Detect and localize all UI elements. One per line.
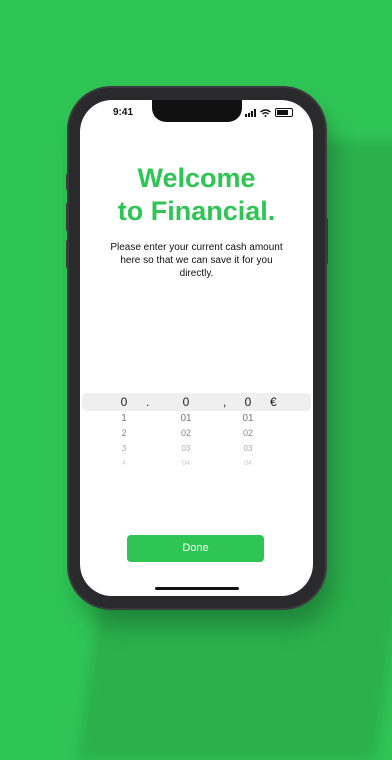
notch [152,100,242,122]
status-time: 9:41 [113,107,134,118]
picker-option[interactable]: 02 [175,426,197,441]
app-screen: 9:41 Welcome to Financial. Please enter … [80,100,313,596]
picker-option[interactable]: 01 [175,411,197,426]
picker-option[interactable]: 1 [116,411,132,426]
picker-column-units[interactable]: 0 1 2 3 4 [116,393,132,471]
cash-amount-picker[interactable]: 0 1 2 3 4 . 0 01 02 03 04 , 0 01 02 03 0… [80,393,313,473]
battery-icon [275,108,293,117]
done-button[interactable]: Done [127,535,264,562]
picker-option[interactable]: 4 [116,456,132,471]
picker-value: 0 [182,395,190,409]
volume-down-button [66,240,69,268]
cellular-signal-icon [245,108,256,117]
volume-up-button [66,203,69,231]
status-icons [245,108,293,117]
picker-option[interactable]: 3 [116,441,132,456]
title-line-2: to Financial. [117,196,276,226]
picker-option[interactable]: 2 [116,426,132,441]
picker-value: 0 [244,395,252,409]
currency-symbol: € [270,395,277,409]
picker-separator-comma: , [223,395,227,409]
picker-option[interactable]: 04 [237,456,259,471]
welcome-title: Welcome to Financial. [80,162,313,228]
picker-option[interactable]: 01 [237,411,259,426]
picker-separator-dot: . [146,395,150,409]
picker-option[interactable]: 04 [175,456,197,471]
welcome-subtitle: Please enter your current cash amount he… [110,242,283,279]
picker-option[interactable]: 02 [237,426,259,441]
mute-switch [66,174,69,190]
picker-column-decimal-1[interactable]: 0 01 02 03 04 [175,393,197,471]
home-indicator[interactable] [155,587,239,590]
picker-value: 0 [120,395,128,409]
picker-option[interactable]: 03 [175,441,197,456]
picker-column-decimal-2[interactable]: 0 01 02 03 04 [237,393,259,471]
power-button [325,218,328,264]
title-line-1: Welcome [137,163,256,193]
picker-option[interactable]: 03 [237,441,259,456]
wifi-icon [260,108,271,117]
